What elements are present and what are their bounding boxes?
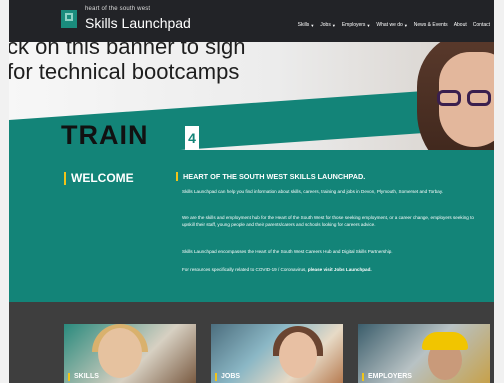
intro-paragraph-3: Skills Launchpad encompasses the Heart o… xyxy=(182,249,393,254)
nav-item-what-we-do[interactable]: What we do ▼ xyxy=(376,22,407,28)
banner-line-2: for technical bootcamps xyxy=(9,59,240,84)
chevron-down-icon: ▼ xyxy=(366,22,371,28)
nav-item-contact[interactable]: Contact xyxy=(473,22,490,28)
feature-cards-section: SKILLS JOBS EMPLOYERS xyxy=(9,302,494,383)
site-logo[interactable]: heart of the south west Skills Launchpad xyxy=(61,6,221,36)
glasses-icon xyxy=(437,90,494,108)
card-employers[interactable]: EMPLOYERS xyxy=(358,324,490,383)
logo-title: Skills Launchpad xyxy=(85,15,191,31)
nav-label: Jobs xyxy=(320,22,331,28)
intro-paragraph-1: Skills Launchpad can help you find infor… xyxy=(182,189,444,194)
nav-label: Contact xyxy=(472,22,490,28)
hero-person-image xyxy=(407,42,494,157)
nav-item-employers[interactable]: Employers ▼ xyxy=(342,22,371,28)
site-header: heart of the south west Skills Launchpad… xyxy=(9,0,494,42)
chevron-down-icon: ▼ xyxy=(310,22,315,28)
nav-label: Employers xyxy=(341,22,366,28)
card-skills[interactable]: SKILLS xyxy=(64,324,196,383)
nav-label: Skills xyxy=(297,22,310,28)
nav-item-skills[interactable]: Skills ▼ xyxy=(298,22,315,28)
logo-tagline: heart of the south west xyxy=(85,6,151,12)
card-label: SKILLS xyxy=(68,373,99,381)
photo-shape xyxy=(279,332,317,378)
train-title: TRAIN xyxy=(61,120,149,150)
logo-mark-icon xyxy=(61,10,77,28)
card-jobs[interactable]: JOBS xyxy=(211,324,343,383)
nav-label: What we do xyxy=(376,22,403,28)
nav-item-jobs[interactable]: Jobs ▼ xyxy=(320,22,336,28)
card-label: EMPLOYERS xyxy=(362,373,412,381)
photo-shape xyxy=(98,328,142,378)
banner-line-1: ck on this banner to sign xyxy=(9,42,246,59)
main-nav: Skills ▼ Jobs ▼ Employers ▼ What we do ▼ New… xyxy=(298,22,490,28)
nav-item-about[interactable]: About xyxy=(454,22,467,28)
nav-label: About xyxy=(453,22,467,28)
welcome-section: WELCOME HEART OF THE SOUTH WEST SKILLS L… xyxy=(9,150,494,302)
hard-hat-shape xyxy=(422,332,468,350)
card-label: JOBS xyxy=(215,373,240,381)
nav-item-news-events[interactable]: News & Events xyxy=(414,22,448,28)
banner-caption[interactable]: ck on this banner to sign for technical … xyxy=(9,42,245,84)
browser-viewport: heart of the south west Skills Launchpad… xyxy=(9,0,494,383)
intro-heading: HEART OF THE SOUTH WEST SKILLS LAUNCHPAD… xyxy=(176,172,365,181)
intro-paragraph-4: For resources specifically related to CO… xyxy=(182,266,480,273)
chevron-down-icon: ▼ xyxy=(403,22,408,28)
jobs-launchpad-link[interactable]: please visit Jobs Launchpad. xyxy=(308,267,372,272)
welcome-heading: WELCOME xyxy=(64,172,134,185)
nav-label: News & Events xyxy=(413,22,448,28)
covid-text: For resources specifically related to CO… xyxy=(182,267,307,272)
intro-paragraph-2: We are the skills and employment hub for… xyxy=(182,215,474,227)
train-number-badge: 4 xyxy=(185,126,199,150)
chevron-down-icon: ▼ xyxy=(331,22,336,28)
